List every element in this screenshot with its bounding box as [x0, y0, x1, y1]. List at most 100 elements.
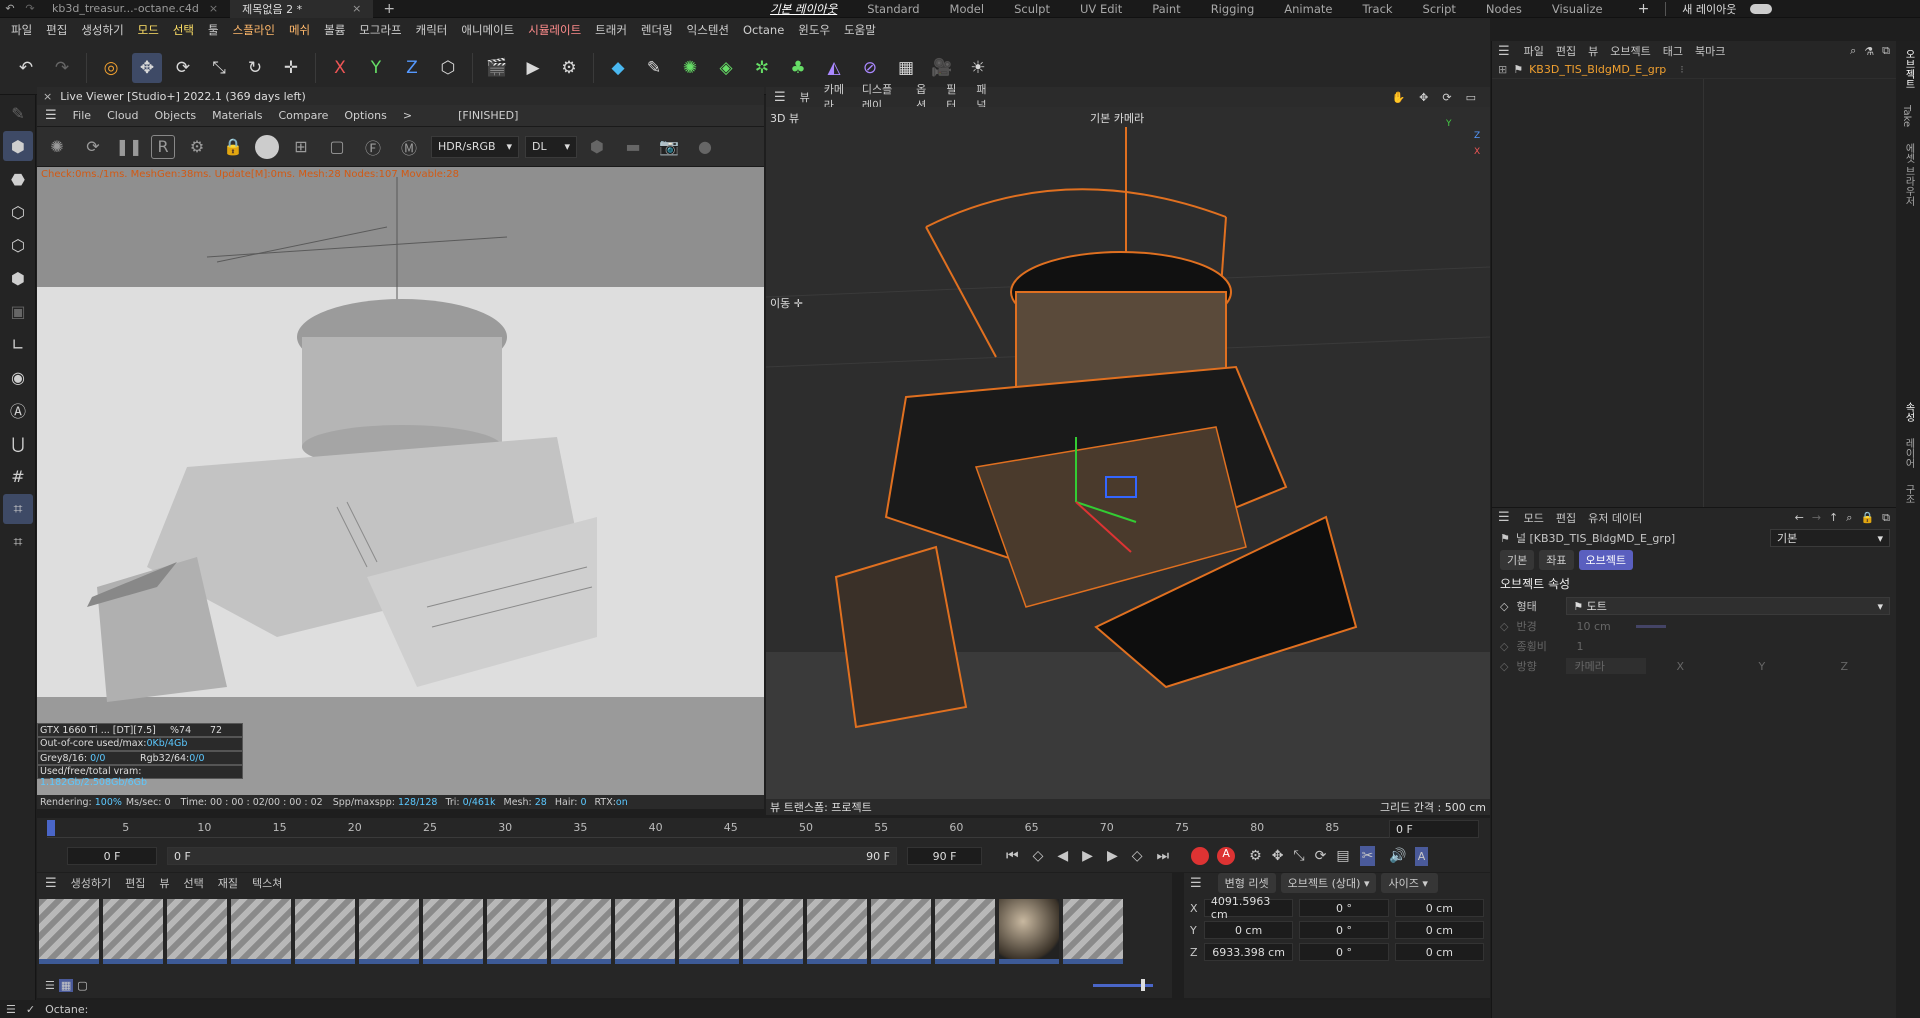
tab-object[interactable]: 오브젝트: [1578, 550, 1633, 570]
layout-rigging[interactable]: Rigging: [1196, 2, 1270, 16]
snap-grid-icon[interactable]: ⌗: [3, 494, 33, 524]
key-pla-icon[interactable]: ✂: [1359, 846, 1376, 866]
snapshot-icon[interactable]: 📷: [655, 133, 683, 161]
om-menu-object[interactable]: 오브젝트: [1610, 43, 1650, 59]
edges-mode-icon[interactable]: ⬡: [3, 230, 33, 260]
zoom-slider[interactable]: [1093, 978, 1153, 991]
camera-icon[interactable]: 🎥: [927, 53, 957, 83]
layout-animate[interactable]: Animate: [1269, 2, 1347, 16]
coord-rot-field[interactable]: 0 °: [1299, 899, 1389, 917]
axis-tool-icon[interactable]: ✛: [276, 53, 306, 83]
coord-rot-field[interactable]: 0 °: [1299, 921, 1389, 939]
lv-menu-more[interactable]: >: [403, 109, 412, 122]
object-name[interactable]: KB3D_TIS_BldgMD_E_grp: [1529, 63, 1666, 76]
frame-range-slider[interactable]: 0 F 90 F: [167, 847, 897, 865]
next-key-icon[interactable]: ◇: [1132, 848, 1143, 864]
side-tab-objects[interactable]: 오브젝트: [1901, 41, 1916, 97]
field-icon[interactable]: ⊘: [855, 53, 885, 83]
side-tab-structure[interactable]: 구조: [1901, 476, 1916, 512]
material-pick-icon[interactable]: Ⓜ: [395, 133, 423, 161]
material-thumbnail[interactable]: [1063, 899, 1123, 964]
layout-nodes[interactable]: Nodes: [1471, 2, 1537, 16]
menu-extensions[interactable]: 익스텐션: [680, 22, 736, 38]
menu-select[interactable]: 선택: [166, 22, 201, 38]
scale-tool-icon[interactable]: ⤡: [204, 53, 234, 83]
material-thumbnail[interactable]: [679, 899, 739, 964]
undo-icon[interactable]: ↶: [0, 2, 20, 15]
extrude-icon[interactable]: ◈: [711, 53, 741, 83]
new-window-icon[interactable]: ⧉: [1882, 44, 1890, 58]
film-icon[interactable]: ▬: [619, 133, 647, 161]
go-to-start-icon[interactable]: ⏮: [1006, 848, 1019, 864]
lv-menu-cloud[interactable]: Cloud: [107, 109, 138, 122]
material-thumbnail[interactable]: [295, 899, 355, 964]
hamburger-icon[interactable]: ☰: [1190, 876, 1202, 891]
menu-tracker[interactable]: 트래커: [588, 22, 634, 38]
list-view-icon[interactable]: ☰: [45, 979, 55, 992]
menu-simulate[interactable]: 시뮬레이트: [521, 22, 588, 38]
rotate-view-icon[interactable]: ⟳: [1442, 91, 1451, 104]
animate-key-icon[interactable]: ◇: [1500, 600, 1508, 613]
layout-default[interactable]: 기본 레이아웃: [755, 1, 852, 17]
grid-view-icon[interactable]: ▦: [58, 978, 74, 992]
menu-render[interactable]: 렌더링: [634, 22, 680, 38]
model-mode-icon[interactable]: ⬢: [3, 131, 33, 161]
orientation-select[interactable]: 카메라: [1566, 658, 1647, 674]
mat-menu-material[interactable]: 재질: [218, 875, 238, 891]
coord-mode-select[interactable]: 오브젝트 (상대) ▾: [1280, 873, 1377, 893]
snap-icon[interactable]: #: [3, 461, 33, 491]
tab-basic[interactable]: 기본: [1500, 550, 1535, 570]
kernel-select[interactable]: DL ▾: [525, 135, 577, 158]
animate-key-icon[interactable]: ◇: [1500, 620, 1508, 633]
animate-key-icon[interactable]: ◇: [1500, 660, 1508, 673]
undo-icon[interactable]: ↶: [11, 53, 41, 83]
timeline-ruler[interactable]: 051015202530354045505560657075808590: [47, 818, 1427, 838]
menu-mesh[interactable]: 메쉬: [282, 22, 317, 38]
search-icon[interactable]: ⌕: [1850, 44, 1856, 58]
pan-icon[interactable]: ✋: [1391, 91, 1405, 104]
material-thumbnail[interactable]: [487, 899, 547, 964]
end-frame-field[interactable]: 90 F: [907, 847, 982, 865]
object-row[interactable]: ⊞ ⚑ KB3D_TIS_BldgMD_E_grp ⁝: [1492, 61, 1896, 79]
mograph-icon[interactable]: ♣: [783, 53, 813, 83]
side-tab-attributes[interactable]: 속성: [1901, 394, 1916, 430]
hamburger-icon[interactable]: ☰: [45, 108, 57, 123]
polygons-mode-icon[interactable]: ⬢: [3, 263, 33, 293]
layout-model[interactable]: Model: [935, 2, 1000, 16]
menu-mograph[interactable]: 모그라프: [352, 22, 408, 38]
transform-tool-icon[interactable]: ↻: [240, 53, 270, 83]
material-thumbnail[interactable]: [871, 899, 931, 964]
hexagon-icon[interactable]: ⬢: [583, 133, 611, 161]
uv-mode-icon[interactable]: ▣: [3, 296, 33, 326]
record-icon[interactable]: [1191, 847, 1210, 865]
coord-size-field[interactable]: 0 cm: [1394, 899, 1485, 917]
menu-character[interactable]: 캐릭터: [409, 22, 455, 38]
add-region-icon[interactable]: ⊞: [287, 133, 315, 161]
workplane-icon[interactable]: ⌗: [3, 527, 33, 557]
material-thumbnail[interactable]: [551, 899, 611, 964]
menu-help[interactable]: 도움말: [837, 22, 883, 38]
playhead[interactable]: [47, 820, 55, 836]
toggle-icon[interactable]: [1750, 3, 1773, 14]
mat-menu-select[interactable]: 선택: [184, 875, 204, 891]
coord-rot-field[interactable]: 0 °: [1299, 943, 1389, 961]
preset-select[interactable]: 기본 ▾: [1770, 529, 1890, 547]
material-thumbnail[interactable]: [103, 899, 163, 964]
side-tab-asset-browser[interactable]: 에셋 브라우저: [1901, 135, 1916, 214]
rotate-tool-icon[interactable]: ⟳: [168, 53, 198, 83]
om-menu-file[interactable]: 파일: [1524, 43, 1544, 59]
back-icon[interactable]: ←: [1795, 511, 1804, 524]
key-scale-icon[interactable]: ⤡: [1293, 848, 1304, 864]
pen-icon[interactable]: ✎: [639, 53, 669, 83]
lv-menu-objects[interactable]: Objects: [155, 109, 197, 122]
material-thumbnail[interactable]: [231, 899, 291, 964]
key-param-icon[interactable]: ▤: [1336, 848, 1349, 864]
coord-pos-field[interactable]: 4091.5963 cm: [1203, 895, 1294, 921]
mat-menu-view[interactable]: 뷰: [159, 875, 169, 891]
aspect-field[interactable]: 1: [1576, 640, 1583, 653]
material-thumbnail[interactable]: [935, 899, 995, 964]
om-menu-view[interactable]: 뷰: [1588, 43, 1598, 59]
large-view-icon[interactable]: ▢: [77, 979, 87, 992]
material-thumbnail[interactable]: [743, 899, 803, 964]
make-editable-icon[interactable]: ✎: [3, 98, 33, 128]
